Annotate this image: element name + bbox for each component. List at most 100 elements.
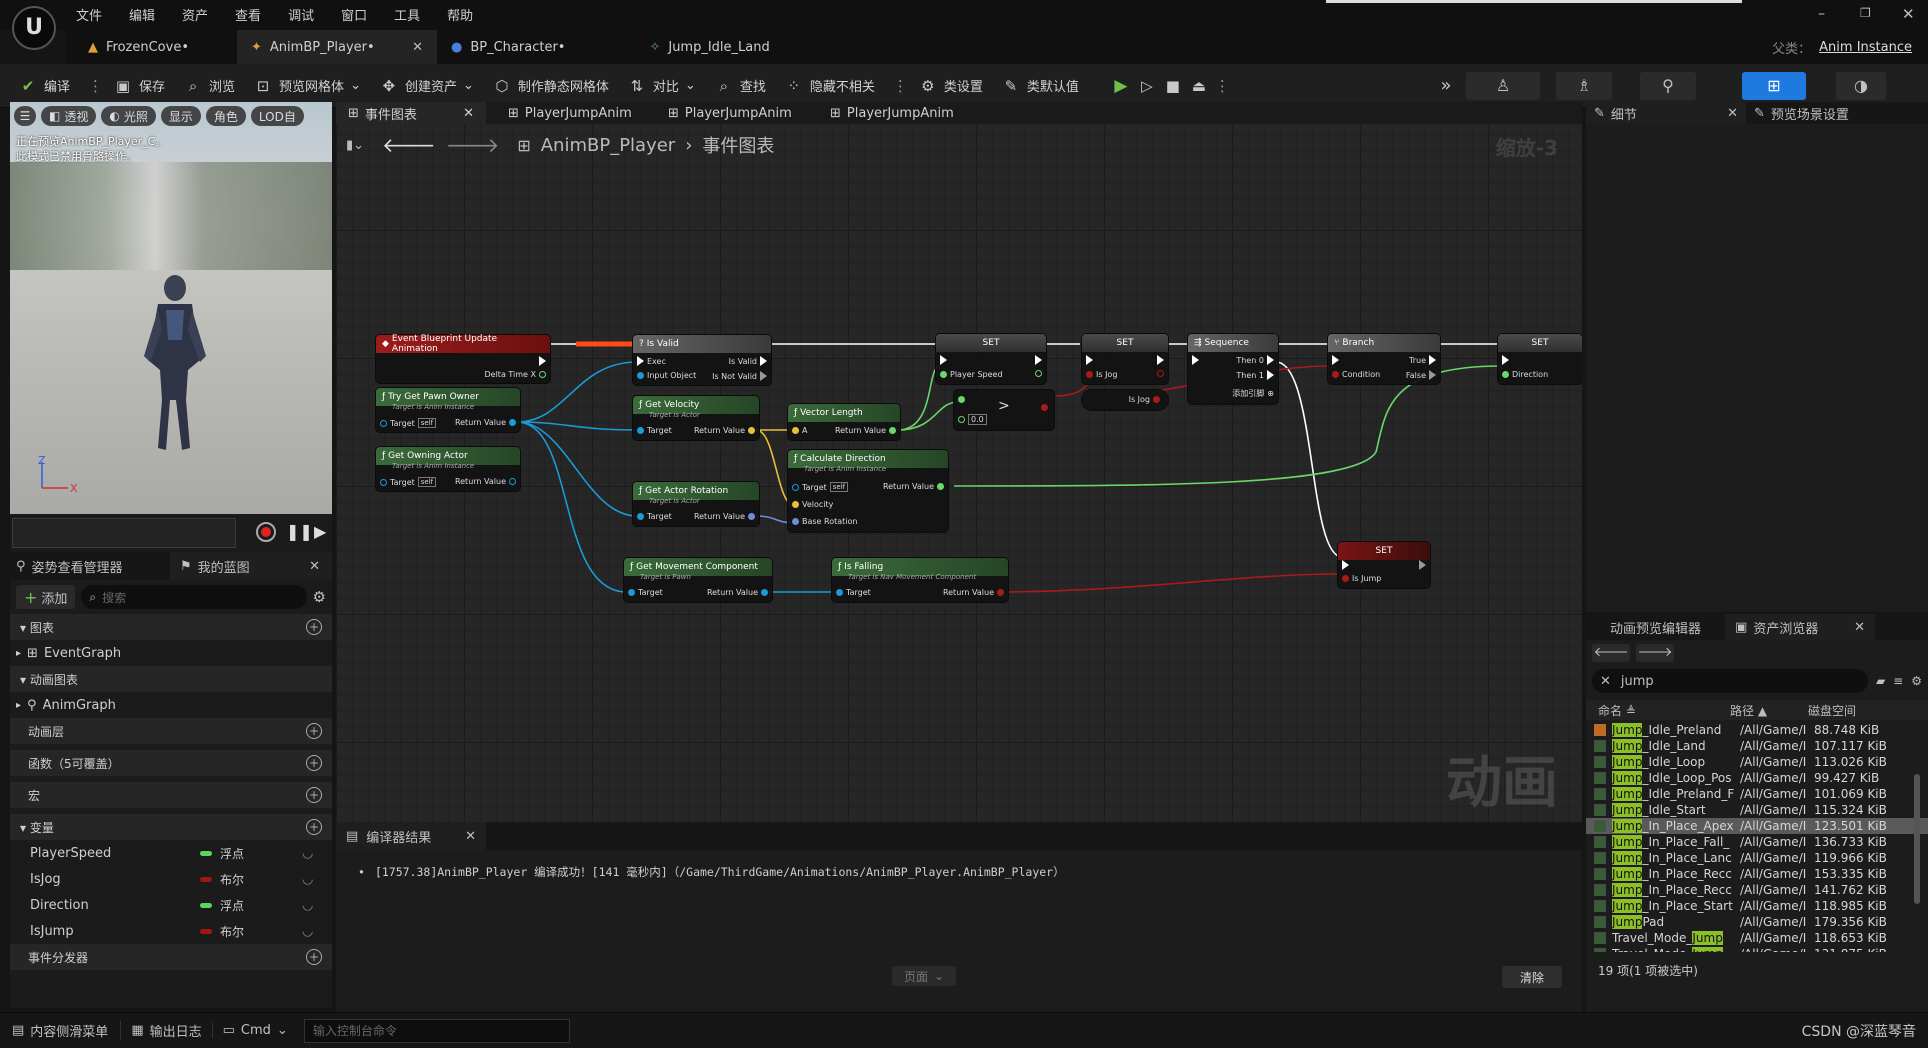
asset-row[interactable]: Jump_In_Place_Lanc/All/Game/I 119.966 KiB — [1586, 850, 1928, 866]
pin-target[interactable]: Target self — [380, 477, 437, 487]
node-get-actor-rotation[interactable]: ƒ Get Actor Rotation Target is Actor Targ… — [633, 482, 759, 526]
play-icon[interactable]: ▶ — [1111, 76, 1131, 96]
create-asset-button[interactable]: ✥ 创建资产 ⌄ — [379, 76, 474, 96]
unreal-logo[interactable]: U — [12, 6, 56, 50]
tab-preview-scene-settings[interactable]: ✎ 预览场景设置 — [1746, 104, 1857, 123]
node-get-movement-component[interactable]: ƒ Get Movement Component Target is Pawn T… — [624, 558, 772, 602]
tab-player-jump-anim-2[interactable]: ⊞ PlayerJumpAnim — [656, 102, 818, 124]
variable-row[interactable]: PlayerSpeed 浮点 ◡ — [10, 840, 332, 866]
exec-in-pin[interactable] — [1332, 355, 1339, 365]
pin-target[interactable]: Target — [637, 512, 672, 521]
asset-row[interactable]: Travel_Mode_Jump/All/Game/I 118.653 KiB — [1586, 930, 1928, 946]
value-box[interactable]: 0.0 — [968, 414, 987, 425]
preview-mesh-button[interactable]: ⊡ 预览网格体 ⌄ — [253, 76, 361, 96]
record-icon[interactable] — [256, 522, 276, 542]
doc-tab-animbp[interactable]: ✦ AnimBP_Player• ✕ — [237, 30, 437, 64]
menu-item[interactable]: 窗口 — [341, 5, 367, 24]
close-tab-icon[interactable]: ✕ — [463, 106, 474, 121]
find-button[interactable]: ⌕ 查找 — [714, 76, 766, 96]
section-graphs[interactable]: ▾ 图表 + — [10, 614, 332, 640]
play-options-icon[interactable]: ⋮ — [1215, 77, 1230, 95]
pause-icon[interactable]: ❚❚ — [286, 522, 313, 541]
clear-search-icon[interactable]: ✕ — [1600, 674, 1611, 689]
node-calculate-direction[interactable]: ƒ Calculate Direction Target is Anim Inst… — [788, 450, 948, 532]
menu-item[interactable]: 编辑 — [129, 5, 155, 24]
section-anim-layers[interactable]: 动画层 + — [10, 718, 332, 744]
bookmark-icon[interactable]: ▮⌄ — [346, 138, 364, 153]
section-macros[interactable]: 宏 + — [10, 782, 332, 808]
animation-mode-icon[interactable]: ⚲ — [1640, 72, 1696, 100]
filter-icon[interactable]: ≡ — [1893, 674, 1903, 688]
pin-condition[interactable]: Condition — [1332, 370, 1380, 379]
variable-row[interactable]: IsJump 布尔 ◡ — [10, 918, 332, 944]
menu-item[interactable]: 调试 — [288, 5, 314, 24]
pin-delta-time[interactable]: Delta Time X — [485, 370, 546, 379]
hide-unrelated-button[interactable]: ⁘ 隐藏不相关 — [784, 76, 875, 96]
menu-item[interactable]: 资产 — [182, 5, 208, 24]
pin-target[interactable]: Target — [628, 588, 663, 597]
pin-a[interactable] — [958, 396, 965, 403]
preview-viewport[interactable]: ☰ ◧ 透视 ◐ 光照 显示 角色 LOD自 正在预览AnimBP_Player_C… — [10, 102, 332, 514]
section-variables[interactable]: ▾ 变量 + — [10, 814, 332, 840]
exec-out-pin[interactable] — [539, 356, 546, 366]
add-dispatcher-icon[interactable]: + — [306, 949, 322, 965]
column-path[interactable]: 路径 ▲ — [1730, 702, 1808, 719]
clear-button[interactable]: 清除 — [1502, 966, 1562, 988]
asset-row[interactable]: JumpPad/All/Game/I 179.356 KiB — [1586, 914, 1928, 930]
tab-event-graph[interactable]: ⊞ 事件图表 ✕ — [336, 102, 486, 124]
tree-item-eventgraph[interactable]: ▸ ⊞ EventGraph — [10, 640, 332, 666]
menu-item[interactable]: 文件 — [76, 5, 102, 24]
close-tab-icon[interactable]: ✕ — [1854, 620, 1865, 635]
pin-b[interactable]: 0.0 — [958, 414, 987, 425]
make-static-mesh-button[interactable]: ⬡ 制作静态网格体 — [492, 76, 609, 96]
pin-return[interactable]: Return Value — [455, 477, 516, 486]
close-window-icon[interactable]: ✕ — [1902, 5, 1915, 23]
node-sequence[interactable]: ⇶ Sequence Then 0 Then 1 添加引脚 ⊕ — [1188, 334, 1278, 404]
forward-arrow-icon[interactable]: 🡒 — [446, 133, 500, 157]
eye-icon[interactable]: ◡ — [302, 872, 313, 887]
exec-in-pin[interactable]: Exec — [637, 356, 666, 366]
timeline-scrubber[interactable] — [12, 518, 236, 548]
pin-is-not-valid[interactable]: Is Not Valid — [712, 371, 767, 381]
menu-item[interactable]: 帮助 — [447, 5, 473, 24]
pin-then-1[interactable]: Then 1 — [1236, 370, 1274, 380]
back-arrow-icon[interactable]: 🡐 — [1592, 644, 1630, 662]
skeleton-mode-icon[interactable]: ♙ — [1466, 72, 1540, 100]
asset-row[interactable]: Travel_Mode_Jump/All/Game/I131.875 KiB — [1586, 946, 1928, 952]
menu-item[interactable]: 查看 — [235, 5, 261, 24]
restore-icon[interactable]: ❐ — [1860, 6, 1871, 20]
pin-then-0[interactable]: Then 0 — [1236, 355, 1274, 365]
node-set-direction[interactable]: SET Direction — [1498, 334, 1582, 384]
node-set-is-jog[interactable]: SET Is Jog — [1082, 334, 1168, 384]
breadcrumb-root[interactable]: AnimBP_Player — [541, 135, 675, 156]
pin-is-jog[interactable]: Is Jog — [1129, 395, 1160, 404]
pin-direction[interactable]: Direction — [1502, 370, 1548, 379]
pin-base-rotation[interactable]: Base Rotation — [792, 517, 857, 526]
perspective-button[interactable]: ◧ 透视 — [41, 106, 97, 126]
gear-icon[interactable]: ⚙ — [313, 588, 326, 606]
hamburger-icon[interactable]: ☰ — [14, 106, 36, 126]
asset-search-input[interactable]: ✕ jump — [1592, 669, 1868, 693]
tab-pose-watch[interactable]: ⚲ 姿势查看管理器 — [10, 557, 170, 576]
asset-row[interactable]: Jump_Idle_Loop_Pos/All/Game/I 99.427 KiB — [1586, 770, 1928, 786]
asset-row[interactable]: Jump_In_Place_Recc/All/Game/I 141.762 KiB — [1586, 882, 1928, 898]
mesh-mode-icon[interactable]: ♗ — [1556, 72, 1612, 100]
node-get-velocity[interactable]: ƒ Get Velocity Target is Actor Target Ret… — [633, 396, 759, 440]
pin-return[interactable]: Return Value — [835, 426, 896, 435]
pin-return[interactable]: Return Value — [694, 512, 755, 521]
add-graph-icon[interactable]: + — [306, 619, 322, 635]
doc-tab-bp-character[interactable]: ● BP_Character• — [437, 30, 579, 64]
pin-target[interactable]: Target self — [792, 482, 849, 492]
cmd-dropdown[interactable]: ▭ Cmd ⌄ — [211, 1023, 298, 1038]
pin-false[interactable]: False — [1406, 370, 1436, 380]
pin-return[interactable]: Return Value — [883, 482, 944, 491]
character-button[interactable]: 角色 — [205, 106, 246, 126]
asset-row[interactable]: Jump_Idle_Loop/All/Game/I 113.026 KiB — [1586, 754, 1928, 770]
tab-anim-preview-editor[interactable]: 动画预览编辑器 — [1586, 614, 1725, 640]
close-tab-icon[interactable]: ✕ — [465, 829, 476, 844]
add-function-icon[interactable]: + — [306, 755, 322, 771]
exec-in-pin[interactable] — [1192, 355, 1199, 365]
doc-tab-frozencove[interactable]: ▲ FrozenCove• — [74, 30, 203, 64]
node-get-is-jog[interactable]: Is Jog — [1082, 390, 1168, 410]
eye-icon[interactable]: ◡ — [302, 898, 313, 913]
